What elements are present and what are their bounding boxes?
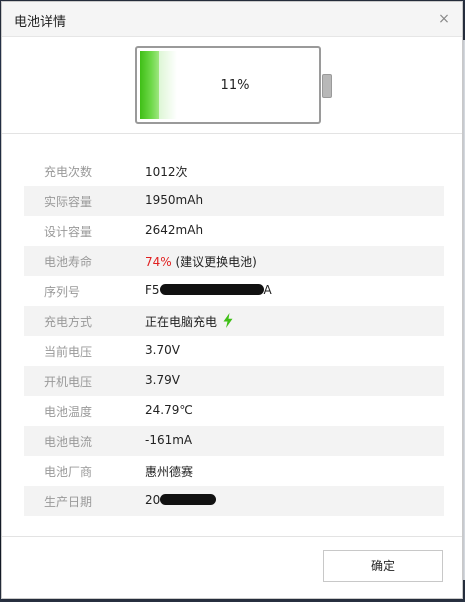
row-label: 充电次数 <box>44 165 93 179</box>
battery-info-table: 充电次数 1012次 实际容量 1950mAh 设计容量 2642mAh 电池寿… <box>24 156 444 516</box>
row-value: 24.79℃ <box>145 403 193 417</box>
info-row-boot-voltage: 开机电压 3.79V <box>24 366 444 396</box>
battery-percent: 11% <box>220 78 250 93</box>
row-value: -161mA <box>145 433 193 447</box>
row-value: 3.70V <box>145 343 180 357</box>
serial-suffix: A <box>263 283 272 297</box>
row-value: 正在电脑充电 <box>145 313 233 331</box>
footer-divider <box>2 536 462 537</box>
redaction-mark <box>159 284 264 295</box>
battery-terminal <box>322 74 332 98</box>
row-value: 3.79V <box>145 373 180 387</box>
info-row-manufacturer: 电池厂商 惠州德赛 <box>24 456 444 486</box>
info-row-actual-capacity: 实际容量 1950mAh <box>24 186 444 216</box>
row-label: 序列号 <box>44 285 81 299</box>
row-label: 当前电压 <box>44 345 93 359</box>
row-label: 电池温度 <box>44 405 93 419</box>
dialog-titlebar: 电池详情 × <box>2 2 462 37</box>
row-value: 74% (建议更换电池) <box>145 253 257 270</box>
info-row-serial-number: 序列号 F5 A <box>24 276 444 306</box>
row-value: 20 <box>145 493 217 507</box>
row-label: 电池厂商 <box>44 465 93 479</box>
battery-illustration: 11% <box>2 37 462 134</box>
close-button[interactable]: × <box>434 9 454 29</box>
row-value: 2642mAh <box>145 223 204 237</box>
row-label: 电池寿命 <box>44 255 93 269</box>
ok-button[interactable]: 确定 <box>323 550 443 582</box>
health-percent: 74% <box>145 255 172 269</box>
row-label: 生产日期 <box>44 495 93 509</box>
row-label: 实际容量 <box>44 195 93 209</box>
row-label: 设计容量 <box>44 225 93 239</box>
row-value: F5 A <box>145 283 272 297</box>
health-note: (建议更换电池) <box>175 255 257 269</box>
row-value: 惠州德赛 <box>145 465 194 479</box>
info-row-temperature: 电池温度 24.79℃ <box>24 396 444 426</box>
battery-details-dialog: 电池详情 × 11% 充电次数 1012次 实际容量 1950mAh 设计容量 … <box>1 1 463 599</box>
info-row-design-capacity: 设计容量 2642mAh <box>24 216 444 246</box>
charge-mode-text: 正在电脑充电 <box>145 315 218 329</box>
info-row-battery-health: 电池寿命 74% (建议更换电池) <box>24 246 444 276</box>
info-row-current-voltage: 当前电压 3.70V <box>24 336 444 366</box>
info-row-current: 电池电流 -161mA <box>24 426 444 456</box>
row-label: 开机电压 <box>44 375 93 389</box>
row-value: 1950mAh <box>145 193 204 207</box>
battery-icon: 11% <box>135 46 321 124</box>
date-prefix: 20 <box>145 493 161 507</box>
info-row-charge-count: 充电次数 1012次 <box>24 156 444 186</box>
dialog-title: 电池详情 <box>14 15 67 30</box>
info-row-production-date: 生产日期 20 <box>24 486 444 516</box>
row-value: 1012次 <box>145 165 188 179</box>
info-row-charge-mode: 充电方式 正在电脑充电 <box>24 306 444 336</box>
serial-prefix: F5 <box>145 283 160 297</box>
row-label: 充电方式 <box>44 315 93 329</box>
row-label: 电池电流 <box>44 435 93 449</box>
redaction-mark <box>160 494 217 505</box>
lightning-bolt-icon <box>223 313 233 331</box>
